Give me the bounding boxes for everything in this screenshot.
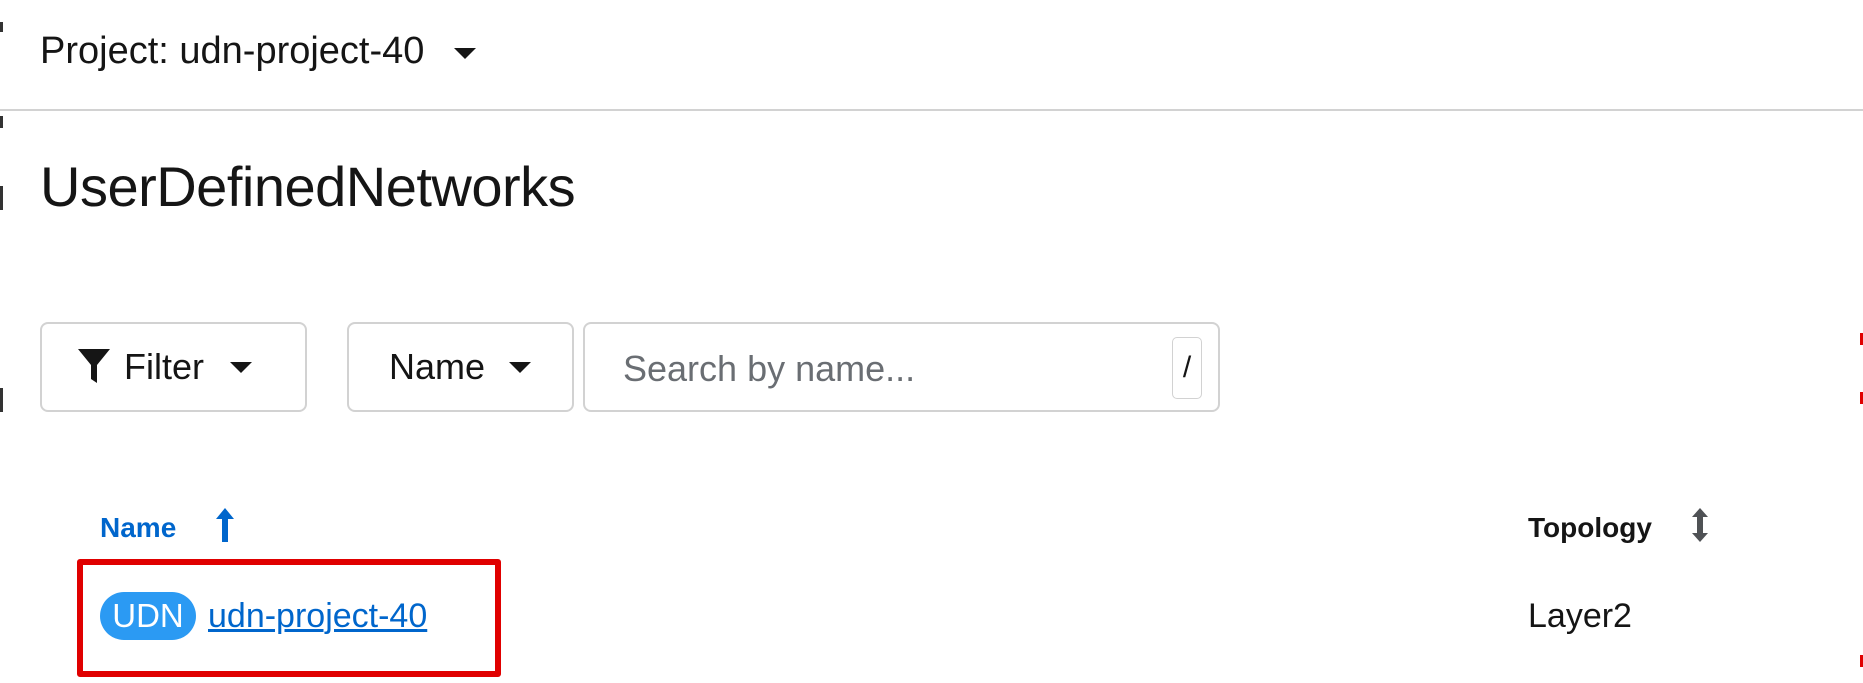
filter-label: Filter — [124, 346, 204, 387]
filter-dropdown-button[interactable]: Filter — [40, 322, 307, 412]
attribute-dropdown-button[interactable]: Name — [347, 322, 574, 412]
edge-tick — [0, 22, 3, 32]
column-header-name[interactable]: Name — [100, 508, 235, 544]
column-header-topology-label: Topology — [1528, 512, 1652, 543]
caret-down-icon — [509, 361, 532, 373]
project-selector-dropdown[interactable]: Project: udn-project-40 — [40, 30, 477, 73]
funnel-icon — [78, 349, 110, 385]
attribute-label: Name — [389, 346, 486, 387]
highlight-box — [77, 559, 501, 677]
page: Project: udn-project-40 UserDefinedNetwo… — [0, 0, 1863, 683]
caret-down-icon — [230, 361, 252, 373]
row-topology-cell: Layer2 — [1528, 597, 1632, 635]
edge-tick — [0, 388, 3, 412]
search-box: / — [583, 322, 1220, 412]
column-header-topology[interactable]: Topology — [1528, 508, 1708, 544]
edge-tick — [0, 186, 3, 210]
table-header: Name Topology — [0, 500, 1863, 550]
page-title: UserDefinedNetworks — [40, 155, 576, 218]
project-selector-label: Project: udn-project-40 — [40, 30, 425, 72]
keyboard-shortcut-hint: / — [1172, 337, 1202, 399]
edge-tick — [0, 116, 3, 128]
search-input[interactable] — [621, 342, 1145, 396]
caret-down-icon — [454, 47, 477, 59]
project-bar: Project: udn-project-40 — [0, 0, 1863, 111]
sort-icon — [1691, 508, 1708, 542]
column-header-name-label: Name — [100, 512, 177, 543]
sort-ascending-icon — [216, 508, 235, 542]
